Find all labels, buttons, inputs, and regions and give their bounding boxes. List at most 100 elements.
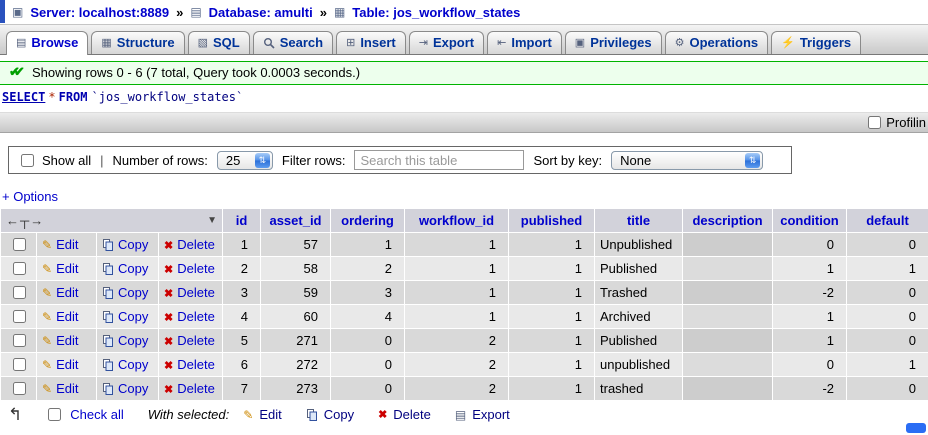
tab-operations[interactable]: ⚙ Operations <box>664 31 769 54</box>
cell-asset-id: 57 <box>260 232 331 257</box>
col-header-default[interactable]: default <box>846 208 928 233</box>
tab-sql[interactable]: ▧ SQL <box>187 31 250 54</box>
delete-cell: ✖ Delete <box>158 256 223 281</box>
cell-condition: -2 <box>772 280 847 305</box>
delete-link[interactable]: Delete <box>177 237 215 252</box>
delete-link[interactable]: Delete <box>177 333 215 348</box>
insert-icon: ⊞ <box>346 37 356 49</box>
cell-condition: -2 <box>772 376 847 401</box>
delete-link[interactable]: Delete <box>177 309 215 324</box>
delete-cell: ✖ Delete <box>158 352 223 377</box>
options-toggle[interactable]: + Options <box>2 189 58 204</box>
tab-structure[interactable]: ▦ Structure <box>91 31 185 54</box>
copy-link[interactable]: Copy <box>118 357 148 372</box>
cell-description <box>682 232 773 257</box>
copy-link[interactable]: Copy <box>118 333 148 348</box>
col-header-title[interactable]: title <box>594 208 683 233</box>
cell-ordering: 0 <box>330 352 405 377</box>
tab-triggers[interactable]: ⚡ Triggers <box>771 31 862 54</box>
with-selected-edit-button[interactable]: ✎ Edit <box>243 407 281 422</box>
tab-import[interactable]: ⇤ Import <box>487 31 562 54</box>
edit-link[interactable]: Edit <box>56 261 78 276</box>
cell-id: 2 <box>222 256 261 281</box>
breadcrumb: ▣ Server: localhost:8889 » ▤ Database: a… <box>0 0 928 24</box>
delete-link[interactable]: Delete <box>177 357 215 372</box>
breadcrumb-table[interactable]: Table: jos_workflow_states <box>352 5 520 20</box>
filter-rows-input[interactable] <box>354 150 525 170</box>
edit-link[interactable]: Edit <box>56 309 78 324</box>
col-header-description[interactable]: description <box>682 208 773 233</box>
tab-export[interactable]: ⇥ Export <box>408 31 485 54</box>
left-edge-bar <box>0 0 5 23</box>
tab-privileges[interactable]: ▣ Privileges <box>564 31 662 54</box>
show-all-label: Show all <box>42 152 92 168</box>
delete-icon: ✖ <box>164 312 174 324</box>
delete-link[interactable]: Delete <box>177 381 215 396</box>
cell-asset-id: 272 <box>260 352 331 377</box>
edit-link[interactable]: Edit <box>56 237 78 252</box>
check-all-checkbox[interactable] <box>48 408 62 421</box>
cell-ordering: 0 <box>330 328 405 353</box>
tab-bar: ▤ Browse ▦ Structure ▧ SQL Search ⊞ Insert ⇥ Expor… <box>0 24 928 55</box>
edit-icon: ✎ <box>42 334 53 348</box>
check-all-option: Check all <box>44 405 124 424</box>
sql-keyword-select[interactable]: SELECT <box>2 90 45 104</box>
col-header-condition[interactable]: condition <box>772 208 847 233</box>
row-checkbox[interactable] <box>12 286 26 299</box>
breadcrumb-server[interactable]: Server: localhost:8889 <box>30 5 169 20</box>
edit-link[interactable]: Edit <box>56 357 78 372</box>
edit-link[interactable]: Edit <box>56 333 78 348</box>
row-checkbox[interactable] <box>12 334 26 347</box>
delete-icon: ✖ <box>164 264 174 276</box>
copy-link[interactable]: Copy <box>118 261 148 276</box>
tab-browse[interactable]: ▤ Browse <box>6 31 89 55</box>
database-icon: ▤ <box>190 5 202 19</box>
copy-icon <box>102 239 114 251</box>
copy-link[interactable]: Copy <box>118 285 148 300</box>
with-selected-copy-button[interactable]: Copy <box>306 407 354 422</box>
delete-cell: ✖ Delete <box>158 376 223 401</box>
edit-cell: ✎ Edit <box>36 256 97 281</box>
copy-icon <box>102 383 114 395</box>
tab-insert[interactable]: ⊞ Insert <box>336 31 406 54</box>
table-row: ✎ Edit Copy ✖ Delete 3 59 3 1 1 Trashed -2… <box>0 280 928 305</box>
sort-by-key-select[interactable]: None ⇅ <box>611 150 764 170</box>
sort-desc-icon[interactable]: ▼ <box>207 215 217 226</box>
row-checkbox[interactable] <box>12 310 26 323</box>
cell-condition: 0 <box>772 352 847 377</box>
check-all-label[interactable]: Check all <box>70 407 123 422</box>
delete-link[interactable]: Delete <box>177 285 215 300</box>
col-header-id[interactable]: id <box>222 208 261 233</box>
show-all-checkbox[interactable] <box>21 153 34 167</box>
copy-link[interactable]: Copy <box>118 237 148 252</box>
cell-condition: 1 <box>772 304 847 329</box>
row-checkbox[interactable] <box>12 262 26 275</box>
row-checkbox[interactable] <box>12 382 26 395</box>
privileges-icon: ▣ <box>574 37 586 49</box>
row-checkbox[interactable] <box>12 238 26 251</box>
cell-default: 0 <box>846 304 928 329</box>
col-header-workflow-id[interactable]: workflow_id <box>404 208 509 233</box>
edit-icon: ✎ <box>243 407 254 422</box>
edit-icon: ✎ <box>42 262 53 276</box>
tab-search[interactable]: Search <box>252 31 334 54</box>
copy-link[interactable]: Copy <box>118 381 148 396</box>
edit-cell: ✎ Edit <box>36 376 97 401</box>
breadcrumb-database[interactable]: Database: amulti <box>209 5 313 20</box>
edit-link[interactable]: Edit <box>56 381 78 396</box>
cell-description <box>682 280 773 305</box>
with-selected-export-button[interactable]: ▤ Export <box>455 407 510 422</box>
number-of-rows-select[interactable]: 25 ⇅ <box>216 150 273 170</box>
cell-asset-id: 59 <box>260 280 331 305</box>
col-header-published[interactable]: published <box>508 208 595 233</box>
delete-link[interactable]: Delete <box>177 261 215 276</box>
copy-link[interactable]: Copy <box>118 309 148 324</box>
col-header-asset-id[interactable]: asset_id <box>260 208 331 233</box>
column-move-icon[interactable]: ←┬→ <box>6 213 44 228</box>
edit-link[interactable]: Edit <box>56 285 78 300</box>
with-selected-delete-button[interactable]: ✖ Delete <box>378 407 431 422</box>
col-header-ordering[interactable]: ordering <box>330 208 405 233</box>
row-checkbox[interactable] <box>12 358 26 371</box>
profiling-checkbox[interactable] <box>868 116 882 129</box>
cell-ordering: 4 <box>330 304 405 329</box>
